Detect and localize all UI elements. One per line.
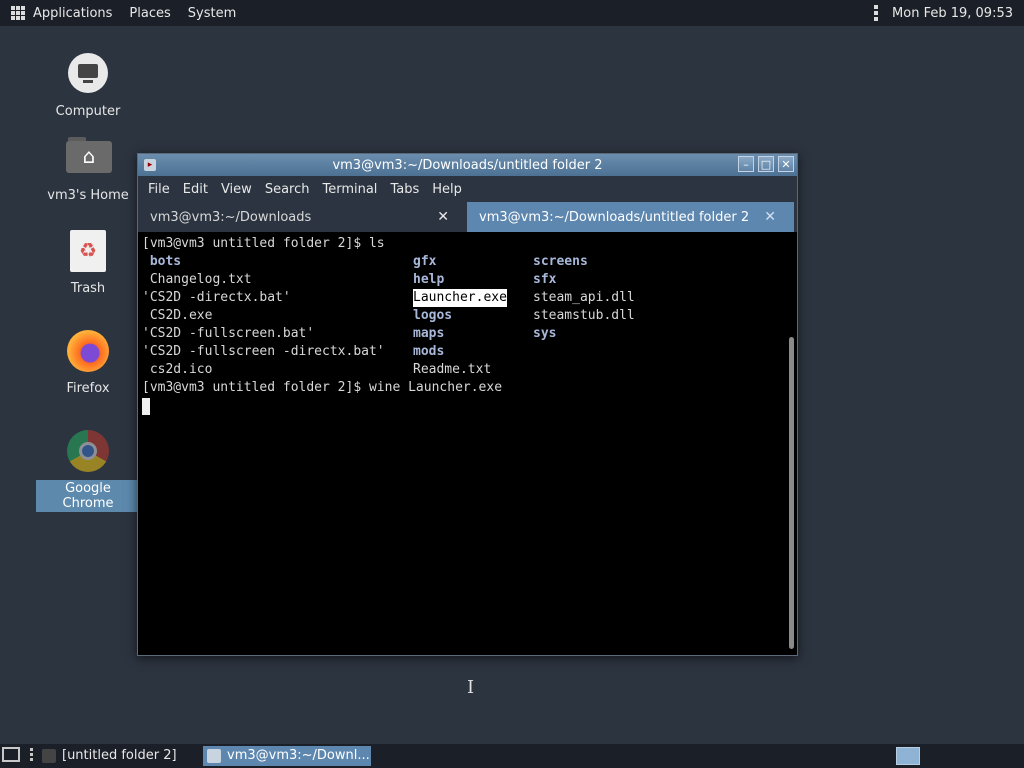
- listing-dir: sys: [533, 326, 557, 341]
- listing-dir: screens: [533, 254, 588, 269]
- menu-places[interactable]: Places: [129, 6, 170, 21]
- grid-icon[interactable]: [11, 6, 25, 20]
- minimize-button[interactable]: –: [738, 156, 754, 172]
- prompt-line: [vm3@vm3 untitled folder 2]$ wine Launch…: [142, 380, 503, 395]
- text-cursor: [142, 398, 150, 415]
- chrome-icon: [67, 430, 109, 472]
- workspace-switcher[interactable]: [896, 747, 920, 765]
- menu-file[interactable]: File: [148, 182, 170, 197]
- listing-file: 'CS2D -directx.bat': [142, 290, 291, 305]
- terminal-menubar: File Edit View Search Terminal Tabs Help: [138, 176, 797, 202]
- taskbar-item-file-manager[interactable]: [untitled folder 2]: [38, 746, 196, 766]
- tab-close-icon[interactable]: ✕: [764, 209, 776, 225]
- desktop-icon-home[interactable]: vm3's Home: [36, 133, 140, 204]
- taskbar-item-label: [untitled folder 2]: [62, 748, 177, 763]
- listing-dir: maps: [413, 326, 445, 341]
- terminal-window[interactable]: ▸ vm3@vm3:~/Downloads/untitled folder 2 …: [137, 153, 798, 698]
- listing-file: cs2d.ico: [142, 362, 213, 377]
- desktop-icon-computer[interactable]: Computer: [36, 51, 140, 120]
- taskbar-item-terminal[interactable]: vm3@vm3:~/Downl...: [203, 746, 371, 766]
- folder-window-icon: [42, 749, 56, 763]
- listing-file: Readme.txt: [413, 362, 492, 377]
- close-button[interactable]: ✕: [778, 156, 794, 172]
- listing-file: steam_api.dll: [533, 290, 635, 305]
- listing-file: steamstub.dll: [533, 308, 635, 323]
- listing-dir: gfx: [413, 254, 437, 269]
- menu-view[interactable]: View: [221, 182, 252, 197]
- title-bar[interactable]: ▸ vm3@vm3:~/Downloads/untitled folder 2 …: [138, 154, 797, 176]
- menu-system[interactable]: System: [188, 6, 236, 21]
- tab-untitled-folder-2[interactable]: vm3@vm3:~/Downloads/untitled folder 2 ✕: [467, 202, 794, 232]
- desktop-icon-label: Computer: [55, 104, 121, 119]
- menu-help[interactable]: Help: [432, 182, 462, 197]
- clock[interactable]: Mon Feb 19, 09:53: [892, 6, 1013, 21]
- show-desktop-icon[interactable]: [2, 747, 20, 762]
- listing-file: 'CS2D -fullscreen -directx.bat': [142, 344, 385, 359]
- menu-search[interactable]: Search: [265, 182, 310, 197]
- desktop-icon-firefox[interactable]: Firefox: [36, 330, 140, 397]
- bottom-panel: [untitled folder 2] vm3@vm3:~/Downl...: [0, 744, 1024, 768]
- menu-tabs[interactable]: Tabs: [390, 182, 419, 197]
- desktop-icon-label: Trash: [70, 281, 106, 296]
- top-panel: Applications Places System Mon Feb 19, 0…: [0, 0, 1024, 26]
- panel-handle-icon[interactable]: [30, 748, 34, 761]
- kebab-menu-icon[interactable]: [874, 5, 879, 21]
- menu-edit[interactable]: Edit: [183, 182, 208, 197]
- ibeam-cursor-icon: I: [467, 677, 475, 698]
- window-menu-icon[interactable]: ▸: [144, 159, 156, 171]
- menu-applications[interactable]: Applications: [33, 6, 112, 21]
- desktop-icon-label: vm3's Home: [47, 188, 129, 203]
- listing-file: Changelog.txt: [142, 272, 252, 287]
- home-folder-icon: [66, 137, 112, 173]
- tab-close-icon[interactable]: ✕: [437, 209, 449, 225]
- listing-file: CS2D.exe: [142, 308, 213, 323]
- prompt-line: [vm3@vm3 untitled folder 2]$ ls: [142, 236, 385, 251]
- taskbar-item-label: vm3@vm3:~/Downl...: [227, 748, 370, 763]
- trash-icon: [70, 230, 106, 272]
- listing-dir: sfx: [533, 272, 557, 287]
- menu-terminal[interactable]: Terminal: [322, 182, 377, 197]
- computer-icon: [68, 53, 108, 93]
- listing-dir: bots: [142, 254, 182, 269]
- desktop-icon-label: Google Chrome: [36, 480, 140, 512]
- listing-file-highlighted: Launcher.exe: [413, 289, 507, 307]
- terminal-window-icon: [207, 749, 221, 763]
- desktop-icon-label: Firefox: [66, 381, 110, 396]
- tab-downloads[interactable]: vm3@vm3:~/Downloads ✕: [138, 202, 467, 232]
- desktop-icon-trash[interactable]: Trash: [36, 230, 140, 297]
- maximize-button[interactable]: □: [758, 156, 774, 172]
- tab-label: vm3@vm3:~/Downloads: [150, 209, 312, 225]
- desktop-icon-chrome[interactable]: Google Chrome: [36, 430, 140, 512]
- tab-bar: vm3@vm3:~/Downloads ✕ vm3@vm3:~/Download…: [138, 202, 797, 232]
- terminal-scrollbar[interactable]: [783, 235, 797, 653]
- scrollbar-thumb[interactable]: [789, 337, 794, 649]
- firefox-icon: [67, 330, 109, 372]
- listing-dir: help: [413, 272, 445, 287]
- window-title: vm3@vm3:~/Downloads/untitled folder 2: [332, 157, 603, 173]
- terminal-output[interactable]: [vm3@vm3 untitled folder 2]$ ls bots Cha…: [138, 235, 783, 698]
- listing-dir: logos: [413, 308, 453, 323]
- listing-file: 'CS2D -fullscreen.bat': [142, 326, 315, 341]
- listing-dir: mods: [413, 344, 445, 359]
- tab-label: vm3@vm3:~/Downloads/untitled folder 2: [479, 209, 750, 225]
